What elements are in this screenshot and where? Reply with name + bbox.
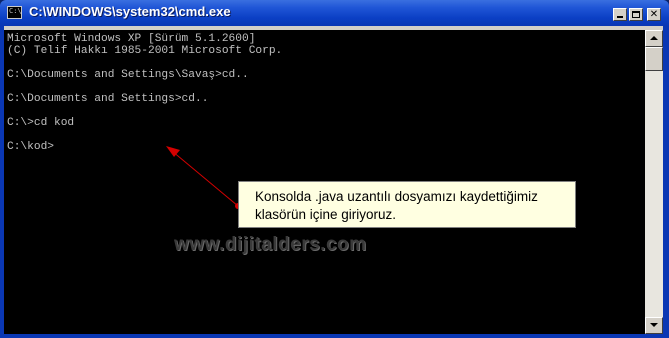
- window-border-right: [663, 26, 669, 338]
- maximize-button[interactable]: [629, 8, 643, 21]
- minimize-button[interactable]: [613, 8, 627, 21]
- scroll-thumb[interactable]: [645, 47, 663, 71]
- vertical-scrollbar[interactable]: [645, 30, 663, 334]
- callout-text: Konsolda .java uzantılı dosyamızı kaydet…: [255, 189, 538, 222]
- arrow-down-icon: [650, 323, 658, 327]
- console-line: C:\Documents and Settings\Savaş>cd..: [7, 69, 249, 81]
- console-line: C:\>cd kod: [7, 117, 75, 129]
- console-line: C:\Documents and Settings>cd..: [7, 93, 209, 105]
- close-button[interactable]: ✕: [647, 8, 661, 21]
- scroll-down-button[interactable]: [645, 317, 663, 334]
- close-icon: ✕: [649, 9, 659, 20]
- title-bar[interactable]: C:\ C:\WINDOWS\system32\cmd.exe ✕: [0, 0, 669, 26]
- scroll-up-button[interactable]: [645, 30, 663, 47]
- minimize-icon: [617, 16, 623, 18]
- console-prompt: C:\kod>: [7, 141, 54, 153]
- cmd-window: C:\ C:\WINDOWS\system32\cmd.exe ✕ Micros…: [0, 0, 669, 338]
- console-line: Microsoft Windows XP [Sürüm 5.1.2600]: [7, 33, 256, 45]
- console-line: (C) Telif Hakkı 1985-2001 Microsoft Corp…: [7, 45, 283, 57]
- window-border-bottom: [0, 334, 669, 338]
- window-title: C:\WINDOWS\system32\cmd.exe: [29, 4, 231, 19]
- maximize-icon: [632, 11, 640, 18]
- arrow-up-icon: [650, 36, 658, 40]
- callout-note: Konsolda .java uzantılı dosyamızı kaydet…: [238, 181, 576, 228]
- watermark: www.dijitalders.com: [174, 234, 367, 255]
- cmd-icon-label: C:\: [9, 7, 22, 15]
- cmd-icon[interactable]: C:\: [7, 6, 22, 19]
